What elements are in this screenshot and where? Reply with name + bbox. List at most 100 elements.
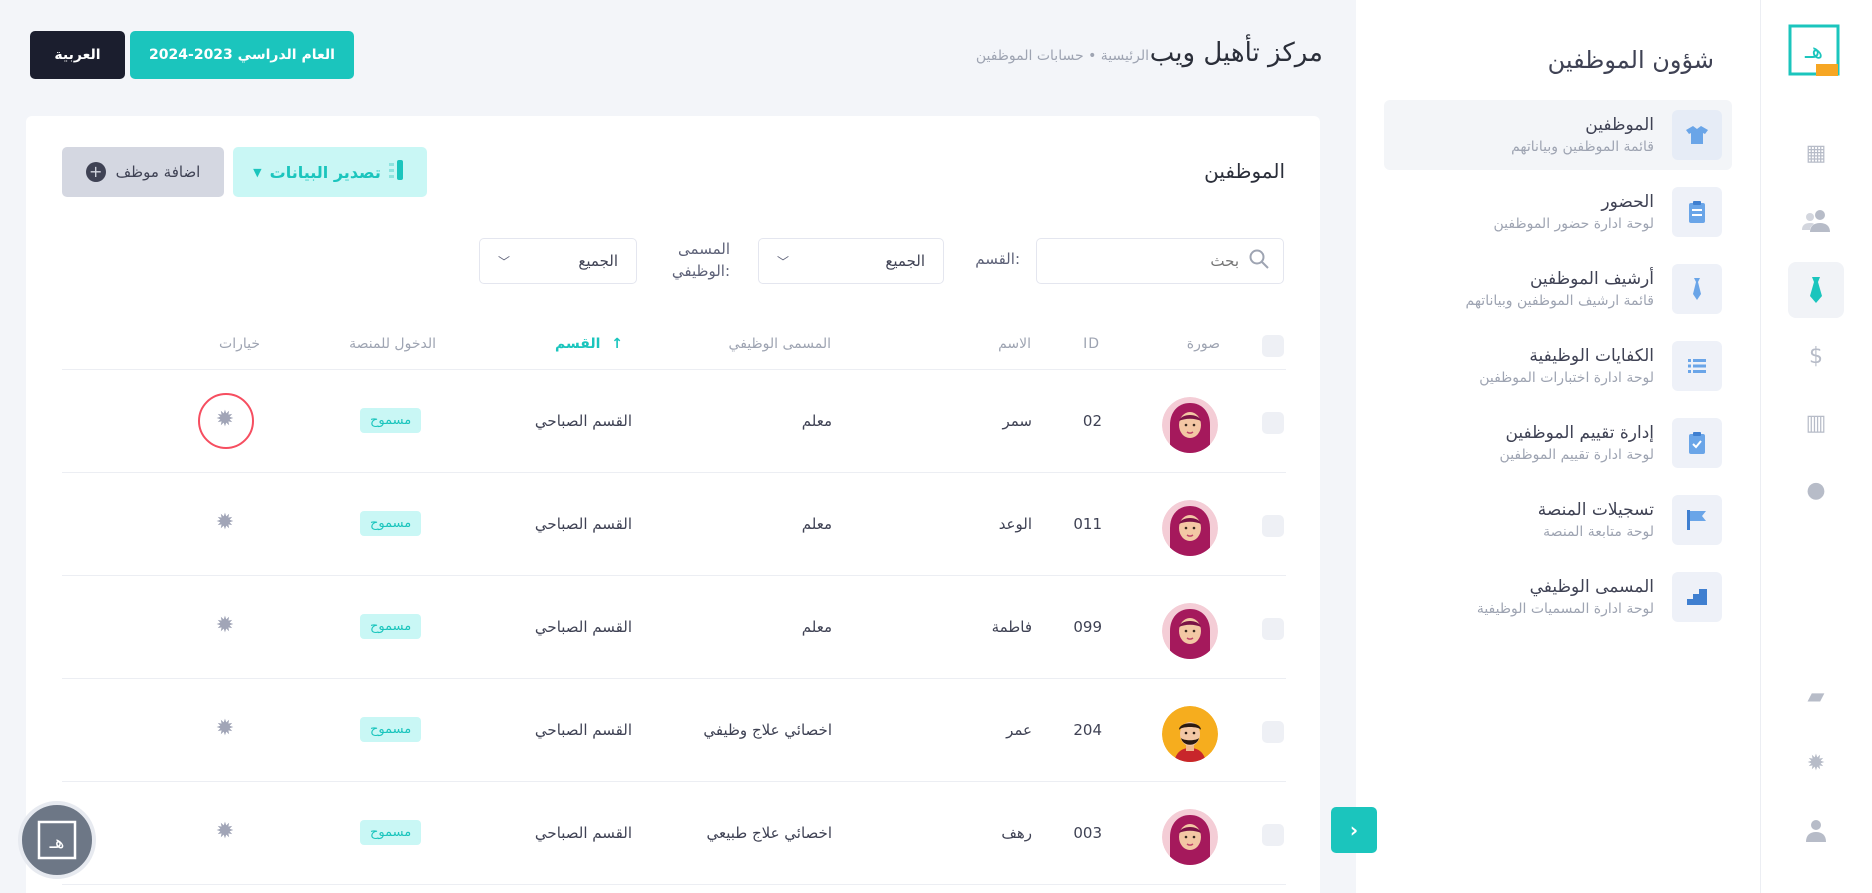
status-badge: مسموح	[360, 511, 422, 536]
sidebar-item-title: أرشيف الموظفين	[1529, 269, 1654, 289]
jobtitle-select[interactable]: ﹀ الجميع	[479, 238, 637, 284]
sidebar-item-archive[interactable]: أرشيف الموظفين قائمة ارشيف الموظفين وبيا…	[1384, 254, 1732, 324]
gear-icon[interactable]: ✹	[198, 393, 254, 449]
row-checkbox[interactable]	[1262, 824, 1284, 846]
cell-name: عمر	[1006, 721, 1032, 739]
table-row[interactable]: 02 سمر معلم القسم الصباحي مسموح ✹	[62, 370, 1286, 473]
column-name[interactable]: الاسم	[998, 336, 1031, 352]
gear-icon[interactable]: ✹	[212, 818, 238, 844]
dashboard-icon[interactable]: ▦	[1788, 125, 1844, 181]
cell-jobtitle: اخصائي علاج طبيعي	[706, 824, 832, 842]
table-row[interactable]: 011 الوعد معلم القسم الصباحي مسموح ✹	[62, 473, 1286, 576]
select-all-checkbox[interactable]	[1262, 335, 1284, 357]
profile-icon[interactable]	[1788, 802, 1844, 858]
breadcrumb[interactable]: الرئيسية • حسابات الموظفين	[976, 48, 1149, 64]
column-department-label: القسم	[555, 336, 601, 352]
collapse-sidebar-button[interactable]: ›	[1331, 807, 1377, 853]
status-badge: مسموح	[360, 408, 422, 433]
chat-icon[interactable]: ▰	[1788, 668, 1844, 724]
cell-name: فاطمة	[991, 618, 1032, 636]
chevron-down-icon: ﹀	[777, 254, 790, 269]
add-employee-label: اضافة موظف	[115, 163, 201, 181]
cell-id: 011	[1073, 515, 1102, 533]
sidebar-item-competencies[interactable]: الكفايات الوظيفية لوحة ادارة اختبارات ال…	[1384, 331, 1732, 401]
app-logo[interactable]: هـ	[1786, 18, 1842, 82]
tie-icon	[1672, 264, 1722, 314]
cell-name: سمر	[1002, 412, 1032, 430]
cell-id: 204	[1073, 721, 1102, 739]
add-employee-button[interactable]: + اضافة موظف	[62, 147, 224, 197]
sidebar-item-evaluation[interactable]: إدارة تقييم الموظفين لوحة ادارة تقييم ال…	[1384, 408, 1732, 478]
row-checkbox[interactable]	[1262, 721, 1284, 743]
cell-jobtitle: معلم	[801, 618, 832, 636]
tie-icon[interactable]	[1788, 262, 1844, 318]
svg-text:هـ: هـ	[1804, 39, 1823, 64]
export-icon	[388, 160, 407, 184]
cell-id: 003	[1073, 824, 1102, 842]
status-badge: مسموح	[360, 820, 422, 845]
secondary-sidebar: شؤون الموظفين الموظفين قائمة الموظفين وب…	[1356, 0, 1760, 893]
column-photo[interactable]: صورة	[1187, 336, 1220, 352]
academic-year-button[interactable]: العام الدراسي 2023-2024	[130, 31, 354, 79]
icon-rail: هـ ▦ $ ▥ ● ▰ ✹	[1760, 0, 1872, 893]
page-title: مركز تأهيل ويب	[1149, 38, 1323, 68]
settings-icon[interactable]: ✹	[1788, 735, 1844, 791]
sidebar-title: شؤون الموظفين	[1547, 46, 1714, 74]
table-row[interactable]: 099 فاطمة معلم القسم الصباحي مسموح ✹	[62, 576, 1286, 679]
dollar-icon[interactable]: $	[1788, 328, 1844, 384]
cell-id: 02	[1082, 412, 1102, 430]
column-id[interactable]: ID	[1083, 336, 1100, 352]
column-access[interactable]: الدخول للمنصة	[349, 336, 436, 352]
avatar	[1162, 603, 1218, 659]
avatar	[1162, 809, 1218, 865]
sidebar-item-title: الكفايات الوظيفية	[1529, 346, 1654, 366]
gear-icon[interactable]: ✹	[212, 509, 238, 535]
avatar	[1162, 500, 1218, 556]
gear-icon[interactable]: ✹	[212, 715, 238, 741]
support-chat-button[interactable]: هـ	[18, 801, 96, 879]
list-icon	[1672, 341, 1722, 391]
table-row[interactable]: 204 عمر اخصائي علاج وظيفي القسم الصباحي …	[62, 679, 1286, 782]
stairs-icon	[1672, 572, 1722, 622]
building-icon[interactable]: ▥	[1788, 395, 1844, 451]
column-department[interactable]: القسم ↑	[555, 336, 623, 352]
shirt-icon	[1672, 110, 1722, 160]
status-badge: مسموح	[360, 614, 422, 639]
avatar	[1162, 397, 1218, 453]
export-data-button[interactable]: ▼ تصدير البيانات	[233, 147, 427, 197]
sidebar-item-attendance[interactable]: الحضور لوحة ادارة حضور الموظفين	[1384, 177, 1732, 247]
cell-jobtitle: معلم	[801, 412, 832, 430]
plus-icon: +	[85, 162, 106, 182]
flag-icon	[1672, 495, 1722, 545]
sidebar-item-title: الحضور	[1601, 192, 1654, 212]
table-row[interactable]: 003 رهف اخصائي علاج طبيعي القسم الصباحي …	[62, 782, 1286, 885]
department-select[interactable]: ﹀ الجميع	[758, 238, 944, 284]
main-content: مركز تأهيل ويب الرئيسية • حسابات الموظفي…	[0, 0, 1377, 893]
sidebar-item-employees[interactable]: الموظفين قائمة الموظفين وبياناتهم	[1384, 100, 1732, 170]
row-checkbox[interactable]	[1262, 618, 1284, 640]
globe-icon[interactable]: ●	[1788, 462, 1844, 518]
sidebar-item-title: إدارة تقييم الموظفين	[1505, 423, 1654, 443]
row-checkbox[interactable]	[1262, 515, 1284, 537]
sidebar-item-subtitle: لوحة ادارة حضور الموظفين	[1493, 216, 1655, 232]
chevron-right-icon: ›	[1349, 818, 1359, 842]
language-button[interactable]: العربية	[30, 31, 125, 79]
sidebar-item-subtitle: قائمة الموظفين وبياناتهم	[1511, 139, 1654, 155]
clipboard-icon	[1672, 187, 1722, 237]
column-jobtitle[interactable]: المسمى الوظيفي	[729, 336, 831, 352]
cell-name: الوعد	[998, 515, 1032, 533]
search-input[interactable]	[1059, 252, 1239, 270]
cell-department: القسم الصباحي	[534, 515, 632, 533]
employees-card: الموظفين + اضافة موظف ▼ تصدير البيانات ا…	[26, 116, 1320, 893]
sidebar-item-job-titles[interactable]: المسمى الوظيفي لوحة ادارة المسميات الوظي…	[1384, 562, 1732, 632]
users-icon[interactable]	[1788, 192, 1844, 248]
logo-icon: هـ	[37, 820, 77, 860]
gear-icon[interactable]: ✹	[212, 612, 238, 638]
clipboard-check-icon	[1672, 418, 1722, 468]
card-title: الموظفين	[1204, 159, 1285, 183]
sidebar-item-subtitle: لوحة ادارة المسميات الوظيفية	[1476, 601, 1654, 617]
sidebar-item-platform-logs[interactable]: تسجيلات المنصة لوحة متابعة المنصة	[1384, 485, 1732, 555]
svg-text:هـ: هـ	[49, 832, 65, 853]
row-checkbox[interactable]	[1262, 412, 1284, 434]
search-box[interactable]	[1036, 238, 1284, 284]
